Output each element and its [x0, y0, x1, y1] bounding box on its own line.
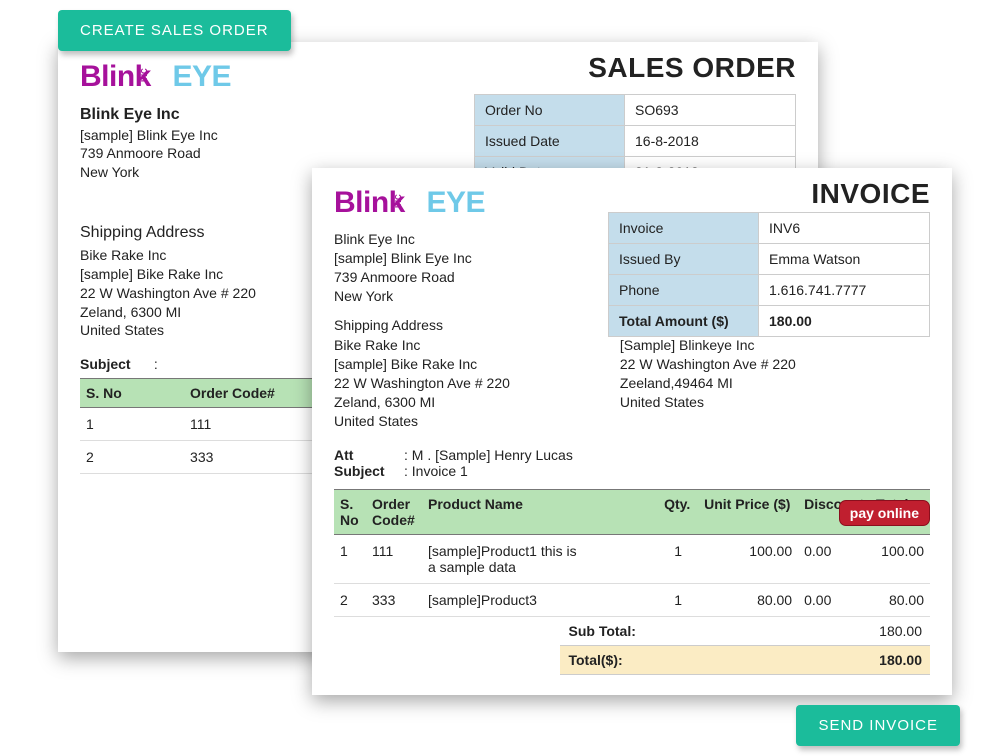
table-row: 1 111 [sample]Product1 this is a sample … [334, 535, 930, 584]
table-row: 2 333 [sample]Product3 1 80.00 0.00 80.0… [334, 584, 930, 617]
meta-value: 16-8-2018 [625, 126, 795, 157]
logo-brand-b: EYE [172, 60, 231, 93]
att-value: M . [Sample] Henry Lucas [412, 447, 573, 463]
col-price: Unit Price ($) [698, 489, 798, 534]
cell-code: 333 [366, 584, 422, 617]
cell-sno: 2 [334, 584, 366, 617]
col-code: Order Code# [366, 489, 422, 534]
bill-line: United States [620, 393, 796, 412]
shipping-header: Shipping Address [334, 316, 510, 335]
cell-qty: 1 [658, 535, 698, 584]
invoice-document: INVOICE BlinkINC EYE Blink Eye Inc [samp… [312, 168, 952, 695]
meta-value: 180.00 [759, 306, 929, 337]
cell-sno: 1 [334, 535, 366, 584]
inv-shipping-address: Shipping Address Bike Rake Inc [sample] … [334, 316, 510, 431]
invoice-totals: Sub Total: 180.00 Total($): 180.00 [560, 617, 930, 675]
att-label: Att [334, 447, 404, 463]
cell-name: [sample]Product3 [422, 584, 658, 617]
total-value: 180.00 [777, 646, 930, 675]
subject-label: Subject [334, 463, 404, 479]
cell-code: 111 [366, 535, 422, 584]
cell-disc: 0.00 [798, 535, 870, 584]
invoice-title: INVOICE [811, 178, 930, 210]
total-label: Total($): [560, 646, 777, 675]
so-subject-sep: : [154, 356, 158, 372]
ship-line: 22 W Washington Ave # 220 [334, 374, 510, 393]
meta-key: Issued By [609, 244, 759, 275]
col-qty: Qty. [658, 489, 698, 534]
sales-order-title: SALES ORDER [588, 52, 796, 84]
bill-line: Zeeland,49464 MI [620, 374, 796, 393]
meta-key: Phone [609, 275, 759, 306]
cell-sno: 1 [80, 408, 184, 441]
col-name: Product Name [422, 489, 658, 534]
col-sno: S. No [334, 489, 366, 534]
meta-key: Issued Date [475, 126, 625, 157]
subject-value: Invoice 1 [412, 463, 468, 479]
meta-value: 1.616.741.7777 [759, 275, 929, 306]
create-sales-order-button[interactable]: CREATE SALES ORDER [58, 10, 291, 51]
cell-total: 80.00 [870, 584, 930, 617]
logo-inc: INC [141, 68, 149, 82]
meta-key: Invoice [609, 213, 759, 244]
total-label: Sub Total: [560, 617, 777, 646]
invoice-meta: InvoiceINV6 Issued ByEmma Watson Phone1.… [608, 212, 930, 337]
cell-price: 100.00 [698, 535, 798, 584]
meta-value: Emma Watson [759, 244, 929, 275]
invoice-subject: Subject: Invoice 1 [334, 463, 930, 479]
cell-sno: 2 [80, 441, 184, 474]
send-invoice-button[interactable]: SEND INVOICE [796, 705, 960, 746]
so-subject-label: Subject [80, 356, 150, 372]
cell-qty: 1 [658, 584, 698, 617]
logo-brand-b: EYE [426, 186, 485, 219]
ship-line: United States [334, 412, 510, 431]
bill-line: 22 W Washington Ave # 220 [620, 355, 796, 374]
cell-total: 100.00 [870, 535, 930, 584]
cell-name: [sample]Product1 this is a sample data [422, 535, 658, 584]
ship-line: Zeland, 6300 MI [334, 393, 510, 412]
ship-line: Bike Rake Inc [334, 336, 510, 355]
ship-line: [sample] Bike Rake Inc [334, 355, 510, 374]
meta-key: Total Amount ($) [609, 306, 759, 337]
pay-online-button[interactable]: pay online [839, 500, 930, 526]
col-sno: S. No [80, 379, 184, 408]
logo-inc: INC [395, 194, 403, 208]
invoice-att: Att: M . [Sample] Henry Lucas [334, 447, 930, 463]
bill-line: [Sample] Blinkeye Inc [620, 336, 796, 355]
cell-disc: 0.00 [798, 584, 870, 617]
meta-key: Order No [475, 95, 625, 126]
meta-value: INV6 [759, 213, 929, 244]
cell-price: 80.00 [698, 584, 798, 617]
total-value: 180.00 [777, 617, 930, 646]
meta-value: SO693 [625, 95, 795, 126]
